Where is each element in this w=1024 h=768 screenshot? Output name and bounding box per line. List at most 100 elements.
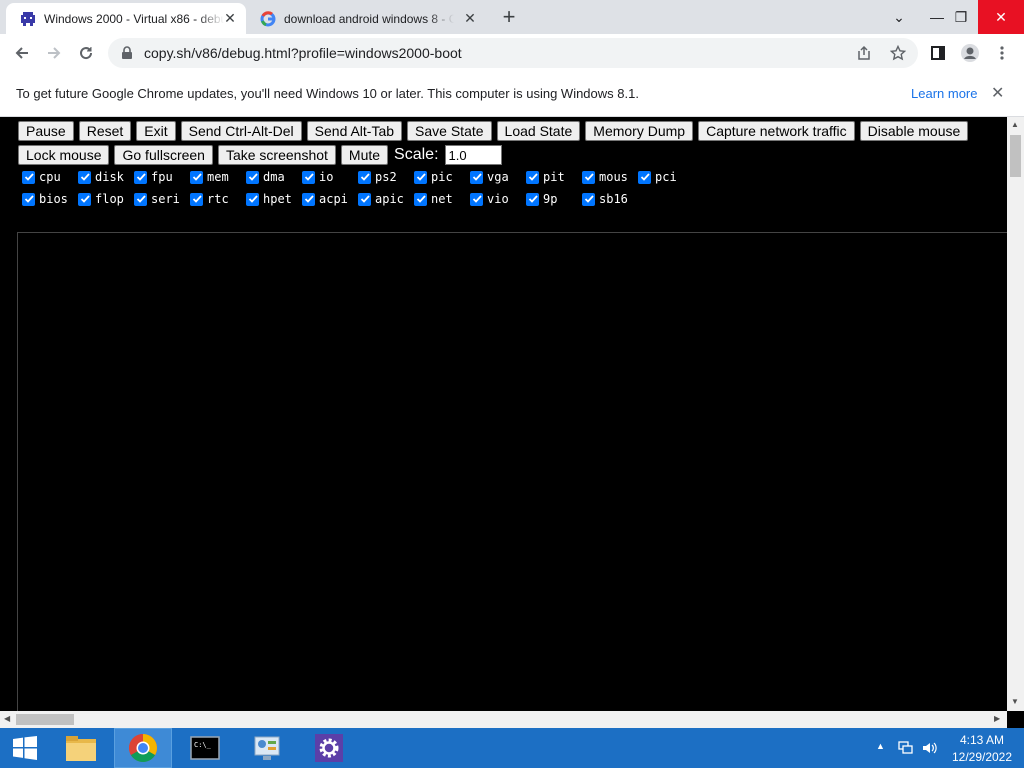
checkbox-checked-icon[interactable] [470, 170, 483, 184]
checkbox-checked-icon[interactable] [358, 192, 371, 206]
share-icon[interactable] [856, 45, 872, 61]
taskbar-file-explorer[interactable] [52, 728, 110, 768]
tab-close-icon[interactable]: ✕ [222, 10, 238, 26]
log-checkbox-dma[interactable]: dma [246, 170, 302, 184]
checkbox-checked-icon[interactable] [414, 170, 427, 184]
taskbar-command-prompt[interactable]: C:\_ [176, 728, 234, 768]
checkbox-checked-icon[interactable] [358, 170, 371, 184]
checkbox-checked-icon[interactable] [134, 170, 147, 184]
vertical-scrollbar[interactable]: ▲ ▼ [1007, 117, 1024, 711]
log-checkbox-apic[interactable]: apic [358, 192, 414, 206]
log-checkbox-acpi[interactable]: acpi [302, 192, 358, 206]
checkbox-checked-icon[interactable] [470, 192, 483, 206]
log-checkbox-cpu[interactable]: cpu [22, 170, 78, 184]
reload-icon[interactable] [74, 41, 98, 65]
go-fullscreen-button[interactable]: Go fullscreen [114, 145, 213, 165]
send-ctrl-alt-del-button[interactable]: Send Ctrl-Alt-Del [180, 121, 302, 141]
log-checkbox-net[interactable]: net [414, 192, 470, 206]
network-icon[interactable] [898, 740, 914, 756]
url-text[interactable]: copy.sh/v86/debug.html?profile=windows20… [144, 45, 462, 61]
forward-arrow-icon[interactable] [42, 41, 66, 65]
scroll-right-arrow-icon[interactable]: ▶ [994, 714, 1000, 723]
address-bar[interactable]: copy.sh/v86/debug.html?profile=windows20… [108, 38, 918, 68]
clock-date[interactable]: 12/29/2022 [950, 750, 1014, 764]
emulator-screen[interactable] [17, 232, 1007, 711]
log-checkbox-ps2[interactable]: ps2 [358, 170, 414, 184]
new-tab-button[interactable]: + [497, 6, 521, 30]
exit-button[interactable]: Exit [136, 121, 176, 141]
horizontal-scroll-thumb[interactable] [16, 714, 74, 725]
log-checkbox-rtc[interactable]: rtc [190, 192, 246, 206]
horizontal-scrollbar[interactable]: ◀ ▶ [0, 711, 1007, 728]
log-checkbox-disk[interactable]: disk [78, 170, 134, 184]
log-checkbox-vio[interactable]: vio [470, 192, 526, 206]
close-window-button[interactable]: ✕ [978, 0, 1024, 34]
memory-dump-button[interactable]: Memory Dump [585, 121, 694, 141]
checkbox-checked-icon[interactable] [582, 170, 595, 184]
checkbox-checked-icon[interactable] [190, 170, 203, 184]
send-alt-tab-button[interactable]: Send Alt-Tab [306, 121, 403, 141]
taskbar-chrome[interactable] [114, 728, 172, 768]
tab-google-search[interactable]: download android windows 8 - Google Sear… [246, 3, 486, 34]
start-button[interactable] [0, 728, 50, 768]
tab-close-icon[interactable]: ✕ [462, 10, 478, 26]
tab-v86[interactable]: Windows 2000 - Virtual x86 - debug ✕ [6, 3, 246, 34]
checkbox-checked-icon[interactable] [414, 192, 427, 206]
log-checkbox-vga[interactable]: vga [470, 170, 526, 184]
volume-icon[interactable] [921, 740, 939, 756]
infobar-close-icon[interactable]: ✕ [991, 83, 1004, 103]
checkbox-checked-icon[interactable] [22, 192, 35, 206]
capture-network-traffic-button[interactable]: Capture network traffic [698, 121, 855, 141]
checkbox-checked-icon[interactable] [246, 192, 259, 206]
show-hidden-icons-chevron-icon[interactable]: ▲ [876, 741, 885, 751]
menu-kebab-icon[interactable] [990, 41, 1014, 65]
pause-button[interactable]: Pause [18, 121, 74, 141]
checkbox-checked-icon[interactable] [302, 170, 315, 184]
taskbar-control-panel[interactable] [238, 728, 296, 768]
log-checkbox-9p[interactable]: 9p [526, 192, 582, 206]
mute-button[interactable]: Mute [340, 145, 389, 165]
log-checkbox-pit[interactable]: pit [526, 170, 582, 184]
scale-input[interactable] [444, 145, 502, 165]
lock-mouse-button[interactable]: Lock mouse [18, 145, 110, 165]
log-checkbox-pic[interactable]: pic [414, 170, 470, 184]
checkbox-checked-icon[interactable] [526, 192, 539, 206]
load-state-button[interactable]: Load State [496, 121, 581, 141]
log-checkbox-fpu[interactable]: fpu [134, 170, 190, 184]
checkbox-checked-icon[interactable] [78, 192, 91, 206]
profile-avatar-icon[interactable] [958, 41, 982, 65]
checkbox-checked-icon[interactable] [134, 192, 147, 206]
reset-button[interactable]: Reset [78, 121, 132, 141]
save-state-button[interactable]: Save State [407, 121, 492, 141]
log-checkbox-hpet[interactable]: hpet [246, 192, 302, 206]
log-checkbox-pci[interactable]: pci [638, 170, 694, 184]
scroll-up-arrow-icon[interactable]: ▲ [1011, 120, 1019, 129]
checkbox-checked-icon[interactable] [246, 170, 259, 184]
checkbox-checked-icon[interactable] [302, 192, 315, 206]
back-arrow-icon[interactable] [10, 41, 34, 65]
log-checkbox-flop[interactable]: flop [78, 192, 134, 206]
checkbox-checked-icon[interactable] [22, 170, 35, 184]
log-checkbox-sb16[interactable]: sb16 [582, 192, 638, 206]
checkbox-checked-icon[interactable] [526, 170, 539, 184]
log-checkbox-bios[interactable]: bios [22, 192, 78, 206]
lock-icon[interactable] [120, 46, 134, 60]
scroll-left-arrow-icon[interactable]: ◀ [4, 714, 10, 723]
checkbox-checked-icon[interactable] [638, 170, 651, 184]
learn-more-link[interactable]: Learn more [911, 86, 977, 101]
side-panel-icon[interactable] [926, 41, 950, 65]
scroll-down-arrow-icon[interactable]: ▼ [1011, 697, 1019, 706]
log-checkbox-seri[interactable]: seri [134, 192, 190, 206]
clock-time[interactable]: 4:13 AM [950, 733, 1014, 747]
log-checkbox-mous[interactable]: mous [582, 170, 638, 184]
take-screenshot-button[interactable]: Take screenshot [217, 145, 336, 165]
checkbox-checked-icon[interactable] [190, 192, 203, 206]
vertical-scroll-thumb[interactable] [1010, 135, 1021, 177]
log-checkbox-mem[interactable]: mem [190, 170, 246, 184]
log-checkbox-io[interactable]: io [302, 170, 358, 184]
checkbox-checked-icon[interactable] [78, 170, 91, 184]
bookmark-star-icon[interactable] [890, 45, 906, 61]
taskbar-settings[interactable] [300, 728, 358, 768]
checkbox-checked-icon[interactable] [582, 192, 595, 206]
disable-mouse-button[interactable]: Disable mouse [859, 121, 969, 141]
